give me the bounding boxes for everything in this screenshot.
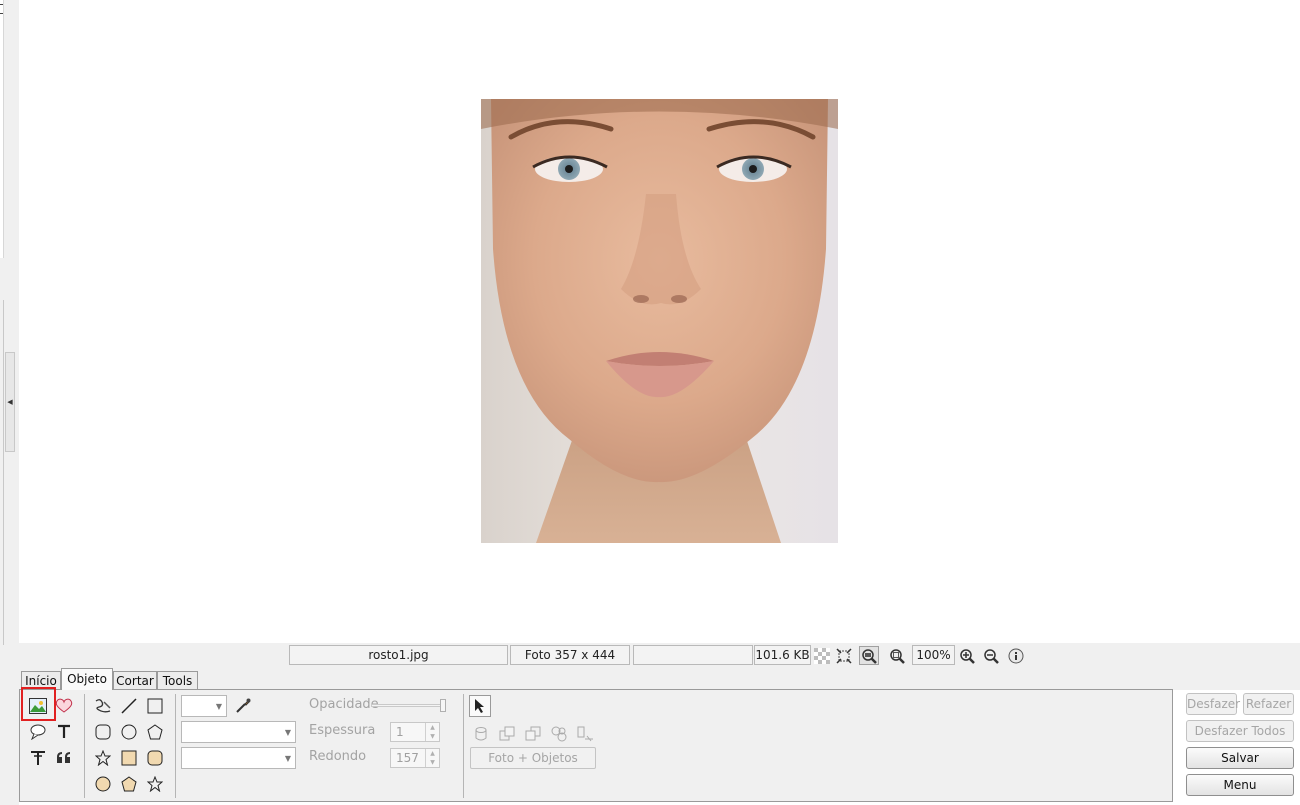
tab-bar: Início Objeto Cortar Tools: [19, 668, 1300, 690]
tab-cortar[interactable]: Cortar: [113, 671, 157, 690]
pentagon-tool-icon[interactable]: [144, 721, 166, 743]
photo-face-portrait[interactable]: [481, 99, 838, 543]
fit-to-window-icon[interactable]: [834, 646, 854, 665]
menu-button[interactable]: Menu: [1186, 774, 1294, 796]
redo-button[interactable]: Refazer: [1243, 693, 1294, 715]
opacity-slider-track[interactable]: [371, 704, 446, 707]
file-size-display: 101.6 KB: [754, 645, 811, 665]
separator: [84, 694, 85, 798]
collapse-panel-handle[interactable]: ◀: [5, 352, 15, 452]
filled-pentagon-icon[interactable]: [118, 773, 140, 795]
speech-balloon-icon[interactable]: [27, 721, 49, 743]
quote-icon[interactable]: [53, 747, 75, 769]
line-tool-icon[interactable]: [118, 695, 140, 717]
select-pointer-icon[interactable]: [469, 695, 491, 717]
separator: [463, 694, 464, 798]
group-objects-icon[interactable]: [548, 723, 570, 745]
thickness-label: Espessura: [309, 723, 376, 738]
text-frame-icon[interactable]: [27, 747, 49, 769]
left-side-panel: ◀: [0, 0, 19, 805]
filename-display: rosto1.jpg: [289, 645, 508, 665]
rounding-label: Redondo: [309, 749, 367, 764]
thickness-spinner[interactable]: 1 ▲ ▼: [390, 722, 440, 742]
ellipse-tool-icon[interactable]: [118, 721, 140, 743]
rounding-spinner[interactable]: 157 ▲ ▼: [390, 748, 440, 768]
object-toolbar-panel: ▼ ▼ ▼ Opacidade Espessura 1 ▲ ▼ Redondo 1…: [19, 687, 1173, 802]
zoom-level-display[interactable]: 100%: [912, 645, 955, 665]
opacity-slider-thumb[interactable]: [440, 699, 446, 712]
filled-star-icon[interactable]: [144, 773, 166, 795]
object-stack-icon[interactable]: [470, 723, 492, 745]
text-tool-icon[interactable]: [53, 721, 75, 743]
save-button[interactable]: Salvar: [1186, 747, 1294, 769]
filled-rectangle-icon[interactable]: [118, 747, 140, 769]
freehand-draw-icon[interactable]: [92, 695, 114, 717]
insert-sticker-heart-icon[interactable]: [53, 695, 75, 717]
photo-plus-objects-button[interactable]: Foto + Objetos: [470, 747, 596, 769]
side-panel-top: [0, 0, 4, 258]
tab-objeto[interactable]: Objeto: [61, 668, 113, 690]
photo-editor-window: ◀ rosto1.jpg Foto 357 x 444 101.6 KB 100…: [0, 0, 1300, 805]
zoom-fit-icon[interactable]: [887, 646, 907, 665]
star-tool-icon[interactable]: [92, 747, 114, 769]
rounding-value: 157: [396, 751, 419, 765]
line-style-dropdown[interactable]: ▼: [181, 721, 296, 743]
transparency-grid-icon[interactable]: [812, 646, 832, 665]
status-empty-field: [633, 645, 753, 665]
chevron-down-icon: ▼: [284, 753, 292, 763]
spinner-arrows-icon[interactable]: ▲ ▼: [425, 749, 439, 767]
opacity-label: Opacidade: [309, 697, 379, 712]
status-bar: rosto1.jpg Foto 357 x 444 101.6 KB 100%: [19, 643, 1300, 668]
undo-all-button[interactable]: Desfazer Todos: [1186, 720, 1294, 742]
photo-dimensions-display: Foto 357 x 444: [510, 645, 630, 665]
insert-image-icon[interactable]: [27, 695, 49, 717]
zoom-in-icon[interactable]: [957, 646, 977, 665]
info-icon[interactable]: [1006, 646, 1026, 665]
send-backward-icon[interactable]: [522, 723, 544, 745]
fill-style-dropdown[interactable]: ▼: [181, 747, 296, 769]
filled-rounded-rectangle-icon[interactable]: [144, 747, 166, 769]
tab-tools[interactable]: Tools: [157, 671, 198, 690]
rectangle-tool-icon[interactable]: [144, 695, 166, 717]
actual-size-icon[interactable]: [859, 646, 879, 665]
delete-object-icon[interactable]: [574, 723, 596, 745]
zoom-out-icon[interactable]: [981, 646, 1001, 665]
color-picker-dropdown[interactable]: ▼: [181, 695, 227, 717]
thickness-value: 1: [396, 725, 404, 739]
separator: [175, 694, 176, 798]
eyedropper-icon[interactable]: [232, 695, 254, 717]
rounded-rectangle-icon[interactable]: [92, 721, 114, 743]
chevron-down-icon: ▼: [215, 701, 223, 711]
filled-ellipse-icon[interactable]: [92, 773, 114, 795]
spinner-arrows-icon[interactable]: ▲ ▼: [425, 723, 439, 741]
image-canvas[interactable]: [19, 0, 1300, 643]
chevron-down-icon: ▼: [284, 727, 292, 737]
bring-forward-icon[interactable]: [496, 723, 518, 745]
side-panel-divider: [0, 300, 4, 645]
undo-button[interactable]: Desfazer: [1186, 693, 1240, 715]
